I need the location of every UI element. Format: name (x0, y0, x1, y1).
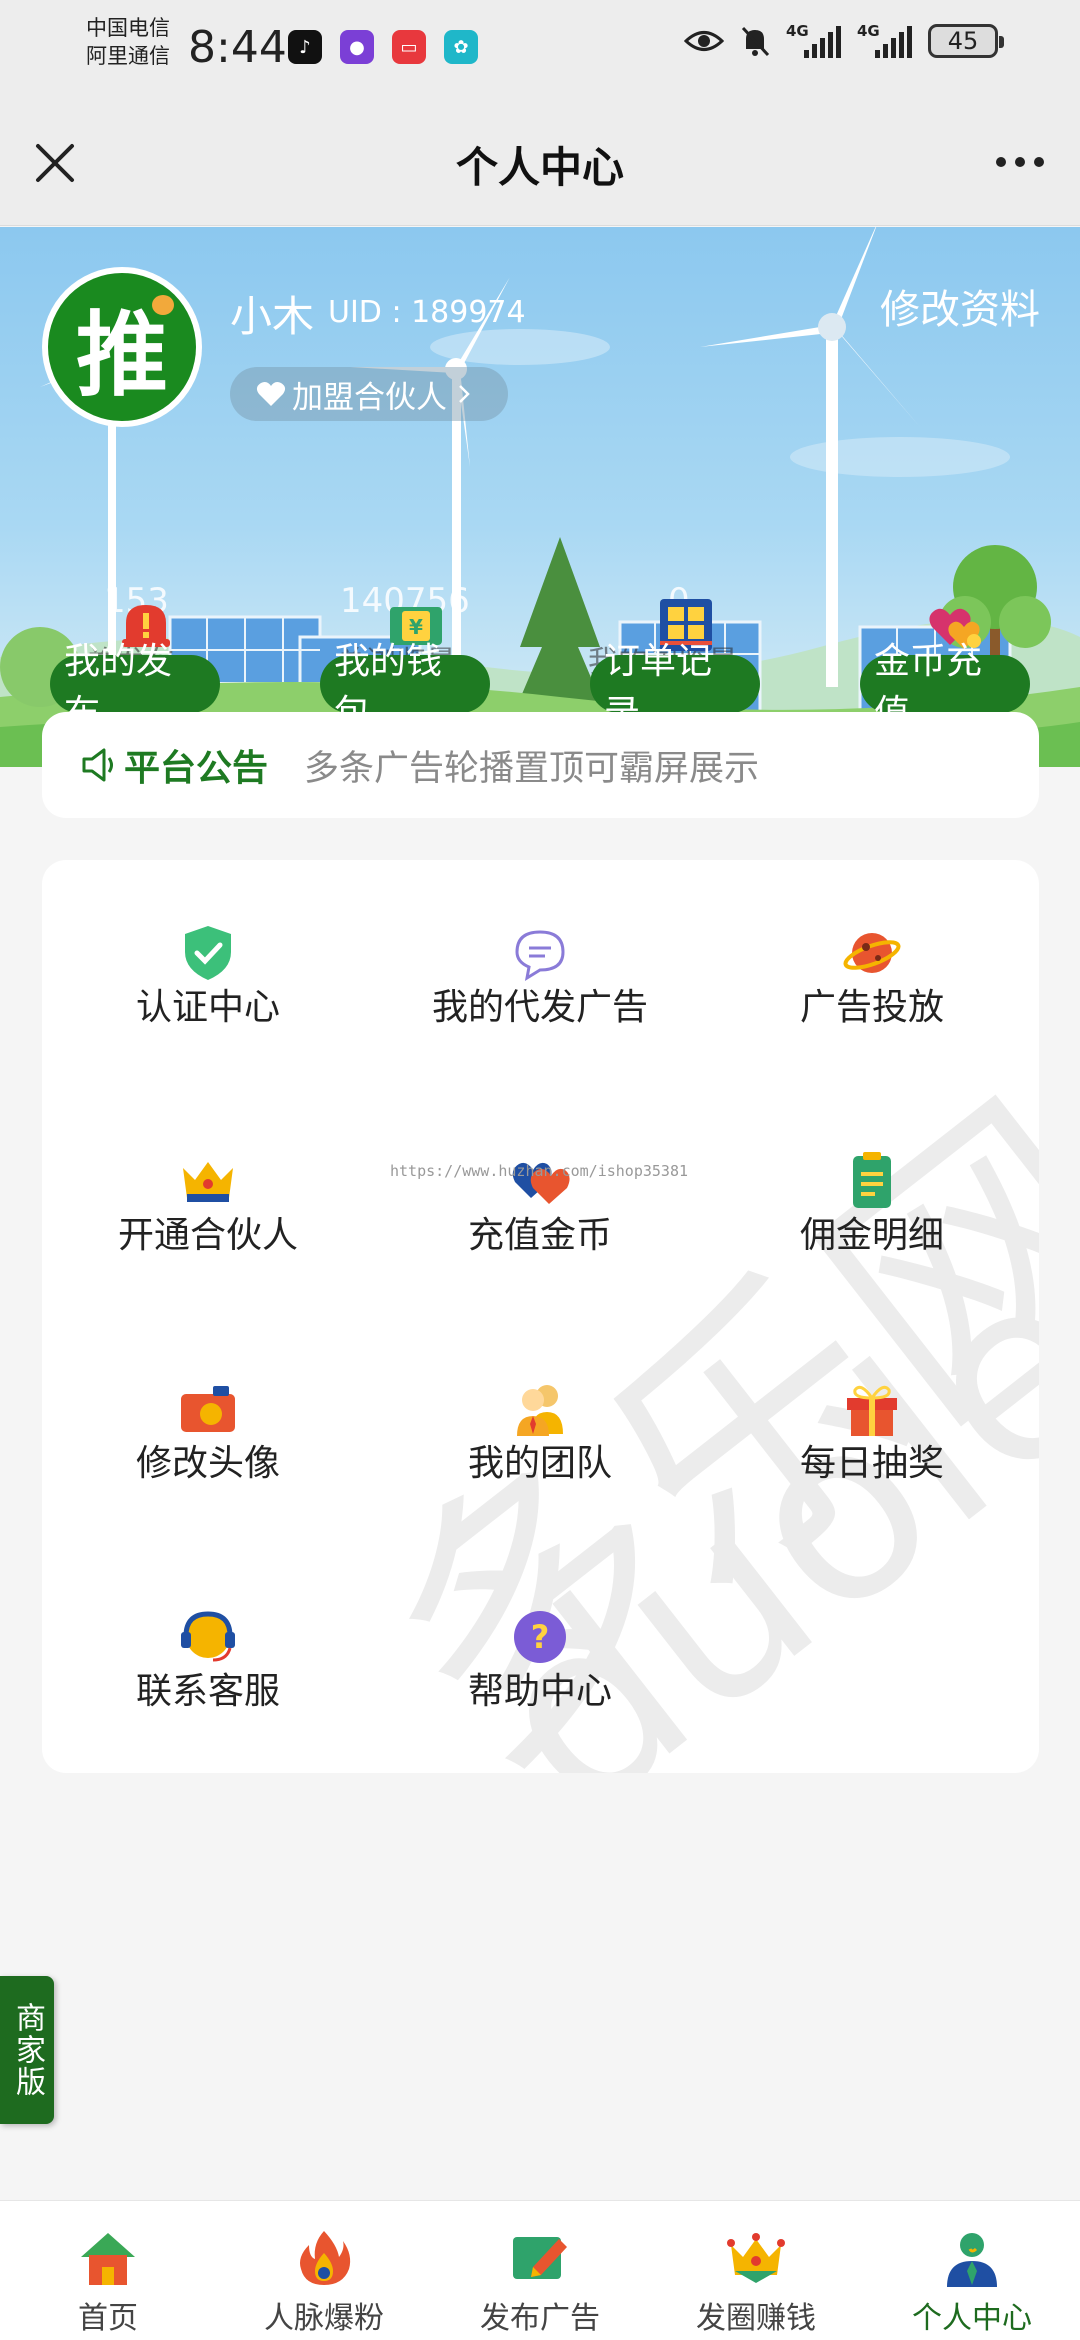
tab-publish-ad[interactable]: 发布广告 (432, 2201, 648, 2340)
join-partner-button[interactable]: 加盟合伙人 (230, 367, 508, 421)
menu-item-ad-placement[interactable]: 广告投放 (706, 860, 1038, 1060)
avatar-badge-icon (152, 295, 174, 315)
network-type-2: 4G (857, 22, 880, 40)
menu-item-daily-lottery[interactable]: 每日抽奖 (706, 1316, 1038, 1516)
gift-icon (847, 1385, 897, 1436)
menu-item-commission-details[interactable]: 佣金明细 (706, 1088, 1038, 1288)
clock: 8:44 (188, 22, 287, 73)
menu-item-label: 我的代发广告 (431, 987, 648, 1028)
eye-icon (684, 31, 724, 51)
crown-icon (183, 1162, 233, 1202)
menu-item-label: 广告投放 (799, 987, 944, 1028)
tab-label: 人脉爆粉 (264, 2301, 384, 2336)
menu-item-my-proxy-ads[interactable]: 我的代发广告 (374, 860, 706, 1060)
merchant-edition-tab[interactable]: 商家版 (0, 1976, 54, 2124)
user-uid: UID : 189974 (328, 295, 526, 330)
chevron-right-icon (459, 385, 470, 403)
signal-2-icon: 4G (857, 22, 912, 58)
team-icon (517, 1385, 563, 1436)
user-icon (947, 2233, 997, 2287)
tab-label: 发圈赚钱 (696, 2301, 816, 2336)
my-wallet-button[interactable]: 我的钱包 (320, 641, 490, 734)
tab-home[interactable]: 首页 (0, 2201, 216, 2340)
menu-item-label: 佣金明细 (799, 1215, 944, 1256)
menu-item-label: 充值金币 (467, 1215, 612, 1256)
menu-item-label: 我的团队 (467, 1443, 612, 1484)
book-icon: ▭ (392, 30, 426, 64)
menu-item-label: 修改头像 (135, 1443, 280, 1484)
more-options-button[interactable] (990, 140, 1050, 184)
menu-item-label: 开通合伙人 (117, 1215, 298, 1256)
handshake-heart-icon (256, 382, 286, 406)
status-indicators: 4G 4G 45 (684, 22, 1004, 58)
hearts-icon (512, 1162, 570, 1204)
clipboard-icon (853, 1152, 891, 1208)
tiktok-icon: ♪ (288, 30, 322, 64)
camera-icon (181, 1386, 235, 1432)
page-title: 个人中心 (455, 143, 624, 192)
speaker-icon (82, 748, 113, 782)
help-icon: ? (514, 1611, 566, 1663)
carrier-1: 中国电信 (86, 16, 170, 40)
bottom-tab-bar: 首页 人脉爆粉 发布广告 发圈赚钱 个人中心 (0, 2200, 1080, 2340)
tab-network-fans[interactable]: 人脉爆粉 (216, 2201, 432, 2340)
menu-item-label: 认证中心 (135, 987, 280, 1028)
menu-item-label: 帮助中心 (467, 1671, 612, 1712)
menu-item-recharge-coins[interactable]: 充值金币 (374, 1088, 706, 1288)
notice-text: 多条广告轮播置顶可霸屏展示 (304, 748, 760, 789)
menu-item-customer-service[interactable]: 联系客服 (42, 1544, 374, 1744)
menu-grid: 多乐网络 duole190 认证中心 我的代发广告 广告投放 开通合伙人 充值金… (42, 860, 1039, 1773)
user-name: 小木 (230, 292, 315, 341)
coin-recharge-button[interactable]: 金币充值 (860, 641, 1030, 734)
tab-personal-center[interactable]: 个人中心 (864, 2201, 1080, 2340)
tab-share-earn[interactable]: 发圈赚钱 (648, 2201, 864, 2340)
network-type-1: 4G (786, 22, 809, 40)
dot-icon (996, 157, 1006, 167)
avatar[interactable]: 推 (42, 267, 202, 427)
svg-text:?: ? (531, 1618, 550, 1656)
my-posts-button[interactable]: 我的发布 (50, 641, 220, 734)
avatar-logo: 推 (48, 273, 196, 421)
signal-1-icon: 4G (786, 22, 841, 58)
app-icon: ✿ (444, 30, 478, 64)
menu-item-open-partner[interactable]: 开通合伙人 (42, 1088, 374, 1288)
battery-indicator: 45 (928, 24, 1004, 58)
tab-label: 个人中心 (912, 2301, 1032, 2336)
carrier-info: 中国电信 阿里通信 (86, 14, 170, 70)
shield-check-icon (185, 926, 231, 980)
platform-notice-bar[interactable]: 平台公告 多条广告轮播置顶可霸屏展示 (42, 712, 1039, 818)
profile-banner: 推 小木 UID : 189974 加盟合伙人 修改资料 153 总发布 140… (0, 227, 1080, 767)
chat-bubble-icon (515, 930, 565, 982)
dot-icon (1015, 157, 1025, 167)
edit-profile-link[interactable]: 修改资料 (880, 277, 1040, 335)
status-bar: 中国电信 阿里通信 8:44 ♪ ● ▭ ✿ 4G 4G 45 (0, 0, 1080, 100)
watermark-url: https://www.huzhan.com/ishop35381 (390, 1162, 689, 1180)
browser-icon: ● (340, 30, 374, 64)
dot-icon (1034, 157, 1044, 167)
order-records-button[interactable]: 订单记录 (590, 641, 760, 734)
carrier-2: 阿里通信 (86, 44, 170, 68)
crown-icon (727, 2233, 785, 2283)
join-partner-label: 加盟合伙人 (292, 379, 447, 416)
menu-item-certification[interactable]: 认证中心 (42, 860, 374, 1060)
menu-item-label: 每日抽奖 (799, 1443, 944, 1484)
title-bar: 个人中心 (0, 100, 1080, 226)
tab-label: 首页 (78, 2301, 138, 2336)
headset-icon (181, 1611, 235, 1662)
home-icon (81, 2233, 135, 2285)
menu-item-change-avatar[interactable]: 修改头像 (42, 1316, 374, 1516)
notification-icons: ♪ ● ▭ ✿ (288, 30, 478, 64)
edit-board-icon (513, 2237, 567, 2279)
menu-item-label: 联系客服 (135, 1671, 280, 1712)
tab-label: 发布广告 (480, 2301, 600, 2336)
notice-title: 平台公告 (124, 748, 269, 789)
menu-item-help-center[interactable]: ? 帮助中心 (374, 1544, 706, 1744)
mute-bell-icon (741, 26, 770, 57)
planet-icon (843, 933, 901, 973)
fire-icon (300, 2231, 351, 2285)
menu-item-my-team[interactable]: 我的团队 (374, 1316, 706, 1516)
